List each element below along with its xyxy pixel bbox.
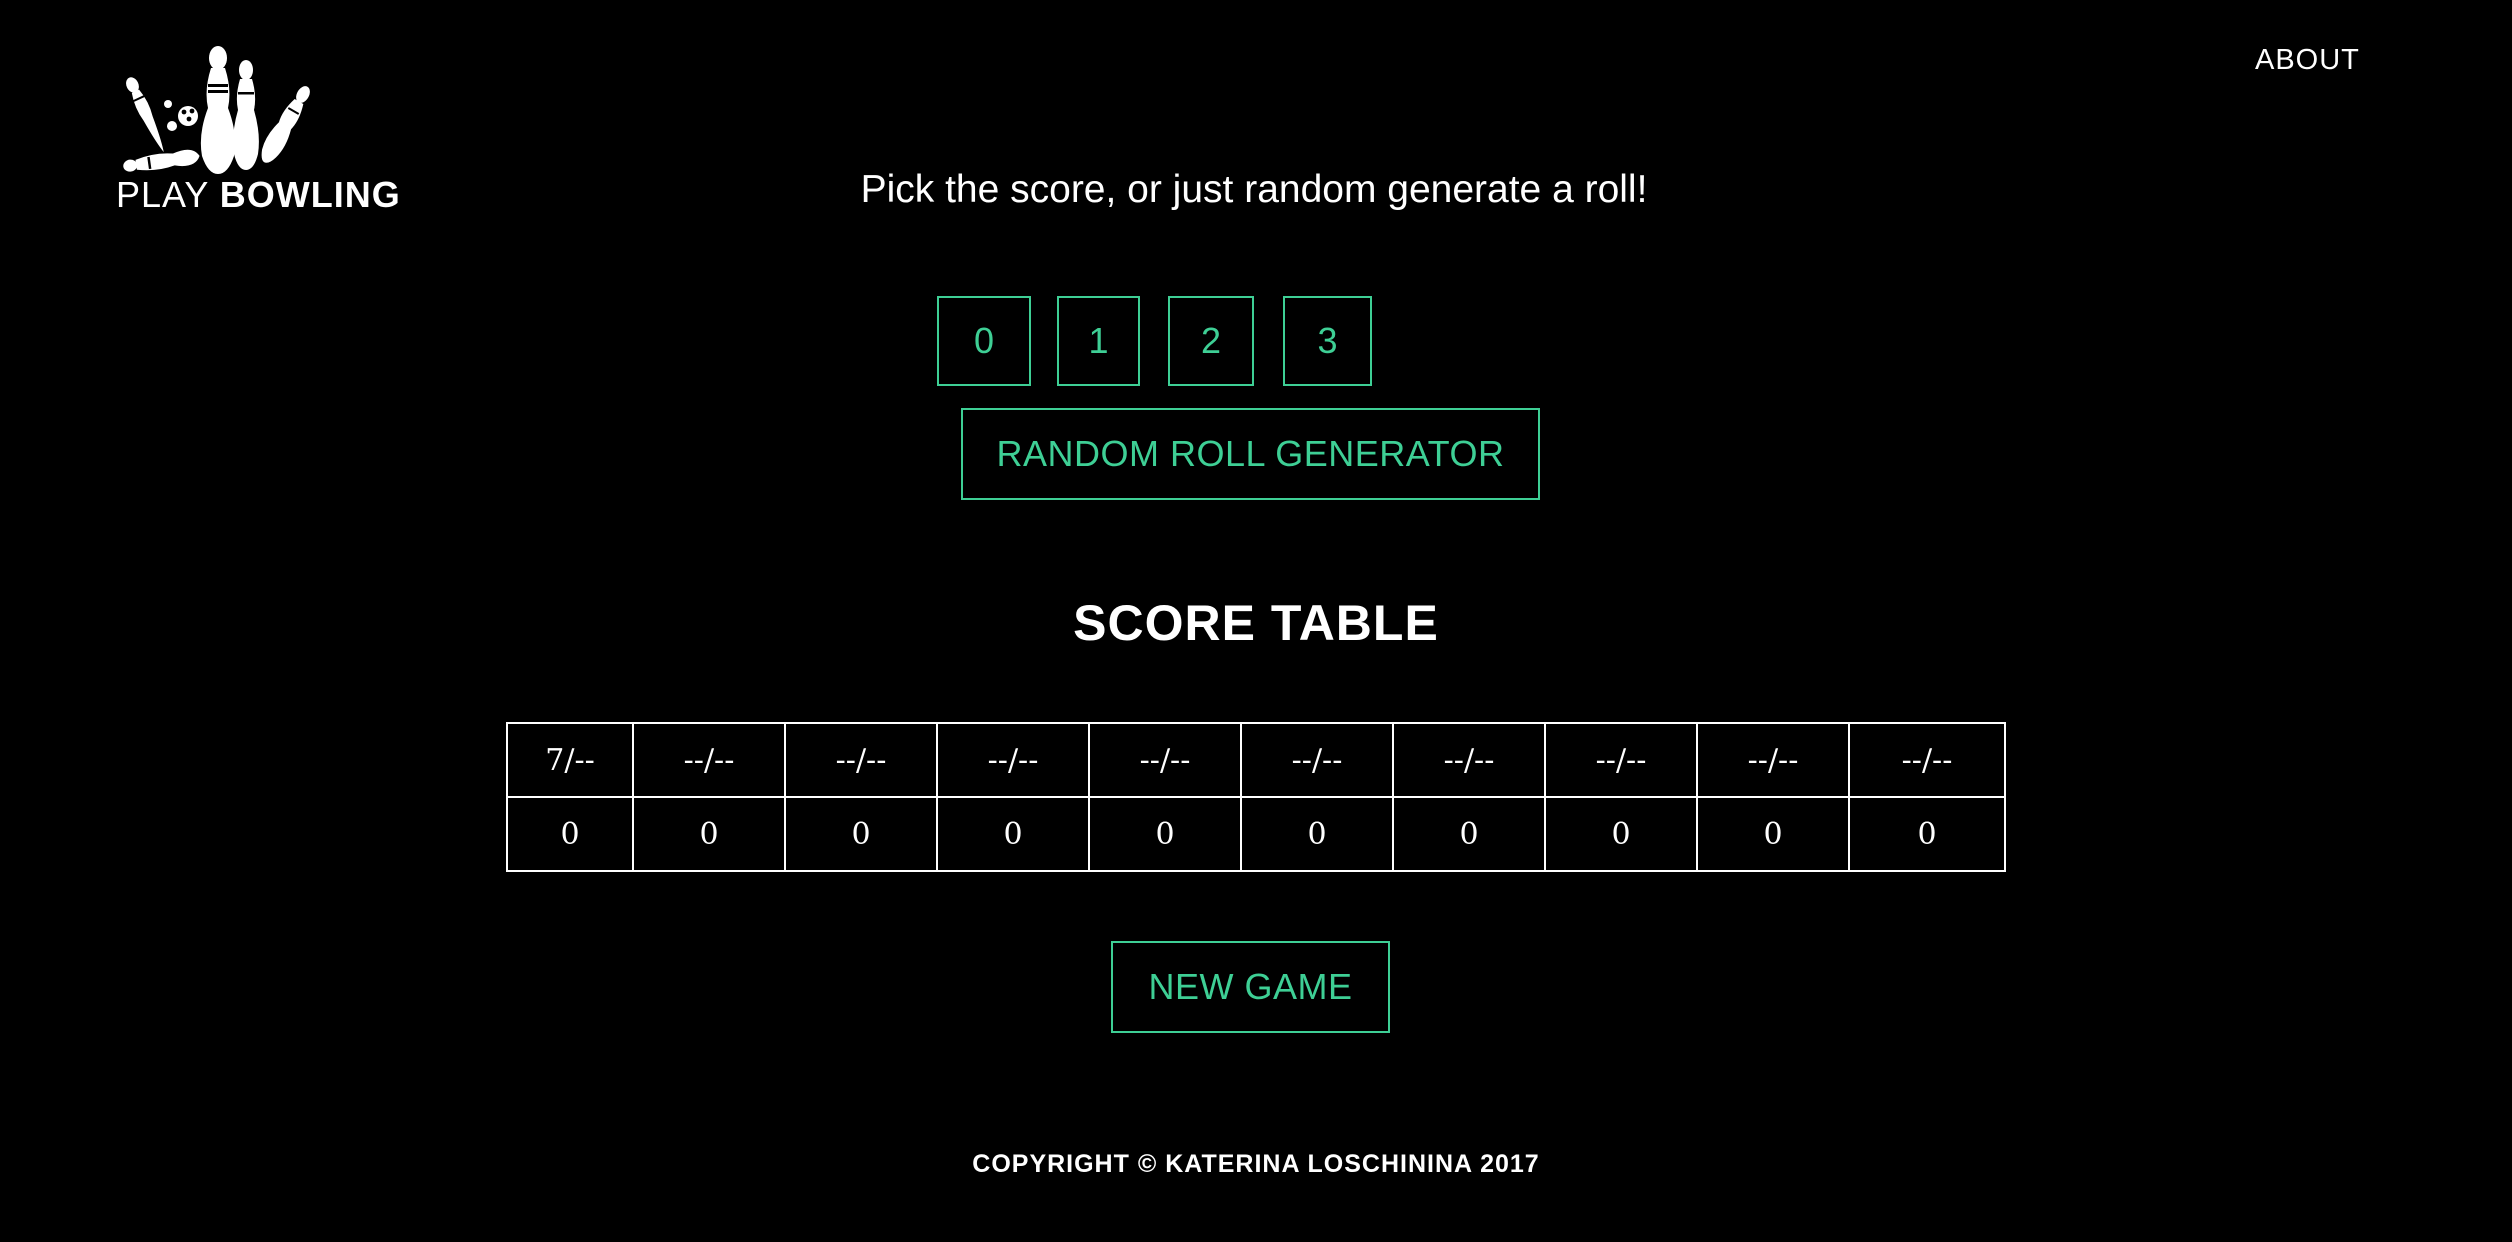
frame-cell-7: --/-- bbox=[1392, 722, 1546, 798]
frame-cell-6: --/-- bbox=[1240, 722, 1394, 798]
total-cell-4: 0 bbox=[936, 796, 1090, 872]
score-button-0[interactable]: 0 bbox=[937, 296, 1031, 386]
footer-copyright: COPYRIGHT © KATERINA LOSCHININA 2017 bbox=[972, 1150, 1540, 1178]
new-game-button[interactable]: NEW GAME bbox=[1111, 941, 1390, 1033]
frame-cell-8: --/-- bbox=[1544, 722, 1698, 798]
score-table: 7/-- --/-- --/-- --/-- --/-- --/-- --/--… bbox=[506, 722, 2006, 872]
frames-row: 7/-- --/-- --/-- --/-- --/-- --/-- --/--… bbox=[506, 722, 2006, 798]
frame-cell-5: --/-- bbox=[1088, 722, 1242, 798]
total-cell-10: 0 bbox=[1848, 796, 2006, 872]
totals-row: 0 0 0 0 0 0 0 0 0 0 bbox=[506, 796, 2006, 872]
total-cell-8: 0 bbox=[1544, 796, 1698, 872]
total-cell-9: 0 bbox=[1696, 796, 1850, 872]
score-button-3[interactable]: 3 bbox=[1283, 296, 1372, 386]
score-button-2[interactable]: 2 bbox=[1168, 296, 1254, 386]
total-cell-2: 0 bbox=[632, 796, 786, 872]
nav-about-link[interactable]: ABOUT bbox=[2255, 44, 2360, 77]
instructions-heading: Pick the score, or just random generate … bbox=[0, 168, 2512, 212]
total-cell-6: 0 bbox=[1240, 796, 1394, 872]
total-cell-3: 0 bbox=[784, 796, 938, 872]
frame-cell-3: --/-- bbox=[784, 722, 938, 798]
score-table-title: SCORE TABLE bbox=[1073, 595, 1439, 651]
score-button-1[interactable]: 1 bbox=[1057, 296, 1140, 386]
total-cell-5: 0 bbox=[1088, 796, 1242, 872]
frame-cell-4: --/-- bbox=[936, 722, 1090, 798]
random-roll-button[interactable]: RANDOM ROLL GENERATOR bbox=[961, 408, 1540, 500]
frame-cell-10: --/-- bbox=[1848, 722, 2006, 798]
frame-cell-1: 7/-- bbox=[506, 722, 634, 798]
frame-cell-2: --/-- bbox=[632, 722, 786, 798]
frame-cell-9: --/-- bbox=[1696, 722, 1850, 798]
bowling-pins-icon bbox=[123, 46, 310, 174]
total-cell-1: 0 bbox=[506, 796, 634, 872]
instructions-text: Pick the score, or just random generate … bbox=[860, 168, 1648, 211]
total-cell-7: 0 bbox=[1392, 796, 1546, 872]
